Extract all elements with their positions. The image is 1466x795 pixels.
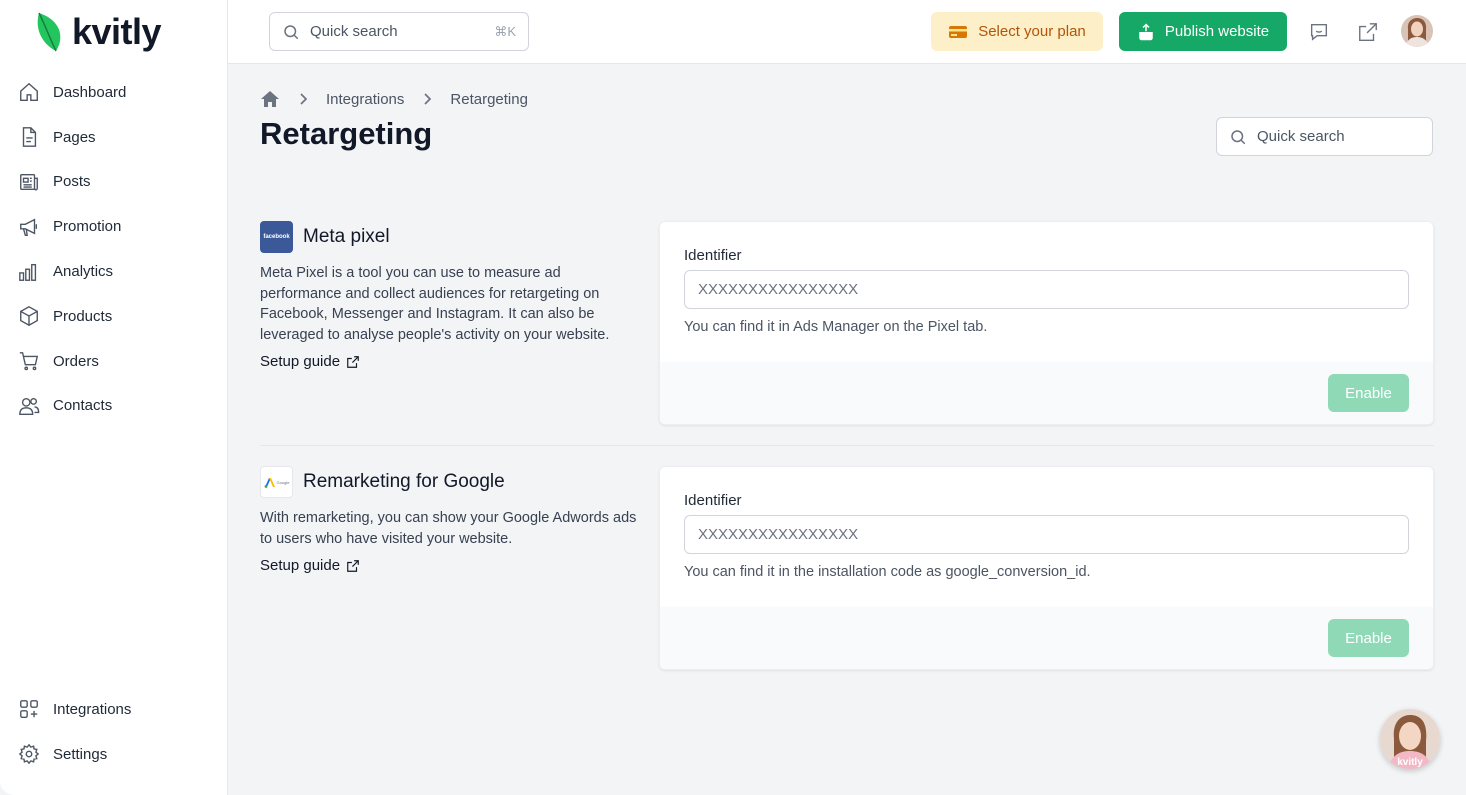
section-divider [260,445,1434,446]
search-icon [1231,129,1246,144]
enable-button[interactable]: Enable [1328,619,1409,657]
select-plan-button[interactable]: Select your plan [931,12,1103,51]
card-footer: Enable [660,607,1433,669]
sidebar-item-label: Pages [53,128,96,146]
setup-guide-label: Setup guide [260,557,341,574]
publish-website-button[interactable]: Publish website [1119,12,1287,51]
identifier-label: Identifier [684,492,742,509]
sidebar-item-label: Contacts [53,397,113,415]
global-search-input[interactable]: Quick search ⌘K [269,12,529,51]
external-link-icon[interactable] [1356,20,1380,44]
publish-icon [1139,22,1153,40]
chevron-right-icon [298,93,308,105]
brand-name: kvitly [72,11,162,52]
help-chat-bubble[interactable]: kvitly [1380,709,1440,769]
feedback-icon[interactable] [1307,20,1331,44]
setup-guide-link[interactable]: Setup guide [260,557,360,574]
users-icon [18,395,40,417]
google-ads-logo-icon: Google [260,466,293,498]
setup-guide-link[interactable]: Setup guide [260,353,360,370]
sidebar-item-analytics[interactable]: Analytics [0,249,227,294]
box-icon [18,305,40,327]
meta-pixel-info: facebook Meta pixel Meta Pixel is a tool… [260,221,640,371]
integrations-icon [18,698,40,720]
meta-pixel-identifier-input[interactable] [684,270,1409,309]
external-link-icon [347,355,359,368]
search-shortcut: ⌘K [494,23,516,39]
google-remarketing-info: Google Remarketing for Google With remar… [260,466,640,575]
home-breadcrumb-icon[interactable] [260,90,280,108]
sidebar: kvitly Dashboard Pages Posts Promotion A… [0,0,228,795]
bar-chart-icon [18,261,40,283]
enable-button[interactable]: Enable [1328,374,1409,412]
sidebar-item-label: Settings [53,745,108,763]
chevron-right-icon [422,93,432,105]
help-bubble-label: kvitly [1397,757,1423,768]
search-icon [284,24,299,39]
sidebar-item-settings[interactable]: Settings [0,732,227,777]
sidebar-item-products[interactable]: Products [0,294,227,339]
megaphone-icon [18,216,40,238]
file-icon [18,126,40,148]
gear-icon [18,743,40,765]
identifier-label: Identifier [684,247,742,264]
sidebar-item-promotion[interactable]: Promotion [0,204,227,249]
sidebar-item-label: Products [53,307,113,325]
topbar: Quick search ⌘K Select your plan Publish… [228,0,1466,64]
section-description: Meta Pixel is a tool you can use to meas… [260,265,610,343]
setup-guide-label: Setup guide [260,353,341,370]
select-plan-label: Select your plan [978,23,1086,40]
identifier-hint: You can find it in Ads Manager on the Pi… [684,319,988,335]
section-title: Remarketing for Google [303,471,505,492]
leaf-logo-icon [37,12,61,52]
breadcrumb-retargeting: Retargeting [450,90,528,108]
sidebar-item-orders[interactable]: Orders [0,339,227,384]
search-placeholder: Quick search [310,23,398,40]
sidebar-item-posts[interactable]: Posts [0,160,227,205]
meta-pixel-card: Identifier You can find it in Ads Manage… [659,221,1434,425]
page-title: Retargeting [260,116,433,151]
google-remarketing-card: Identifier You can find it in the instal… [659,466,1434,670]
sidebar-item-label: Orders [53,352,99,370]
sidebar-bottom-nav: Integrations Settings [0,687,227,777]
sidebar-item-label: Promotion [53,218,122,236]
sidebar-item-label: Analytics [53,263,114,281]
sidebar-item-pages[interactable]: Pages [0,115,227,160]
breadcrumb-integrations[interactable]: Integrations [326,91,404,108]
identifier-hint: You can find it in the installation code… [684,564,1091,580]
section-title: Meta pixel [303,226,390,247]
credit-card-icon [949,25,968,38]
user-avatar[interactable] [1401,15,1433,47]
sidebar-item-dashboard[interactable]: Dashboard [0,70,227,115]
home-icon [18,81,40,103]
cart-icon [18,350,40,372]
section-description: With remarketing, you can show your Goog… [260,510,637,547]
sidebar-item-label: Dashboard [53,83,127,101]
sidebar-item-integrations[interactable]: Integrations [0,687,227,732]
newspaper-icon [18,171,40,193]
search-placeholder: Quick search [1257,128,1345,145]
page-search-input[interactable]: Quick search [1216,117,1433,156]
breadcrumb: Integrations Retargeting [260,88,528,110]
facebook-logo-icon: facebook [260,221,293,253]
sidebar-nav: Dashboard Pages Posts Promotion Analytic… [0,70,227,428]
app-window: kvitly Dashboard Pages Posts Promotion A… [0,0,1466,795]
logo[interactable]: kvitly [36,10,162,54]
publish-label: Publish website [1164,23,1270,40]
sidebar-item-contacts[interactable]: Contacts [0,384,227,429]
card-footer: Enable [660,362,1433,424]
external-link-icon [347,559,359,572]
sidebar-item-label: Posts [53,173,91,191]
google-identifier-input[interactable] [684,515,1409,554]
sidebar-item-label: Integrations [53,700,132,718]
